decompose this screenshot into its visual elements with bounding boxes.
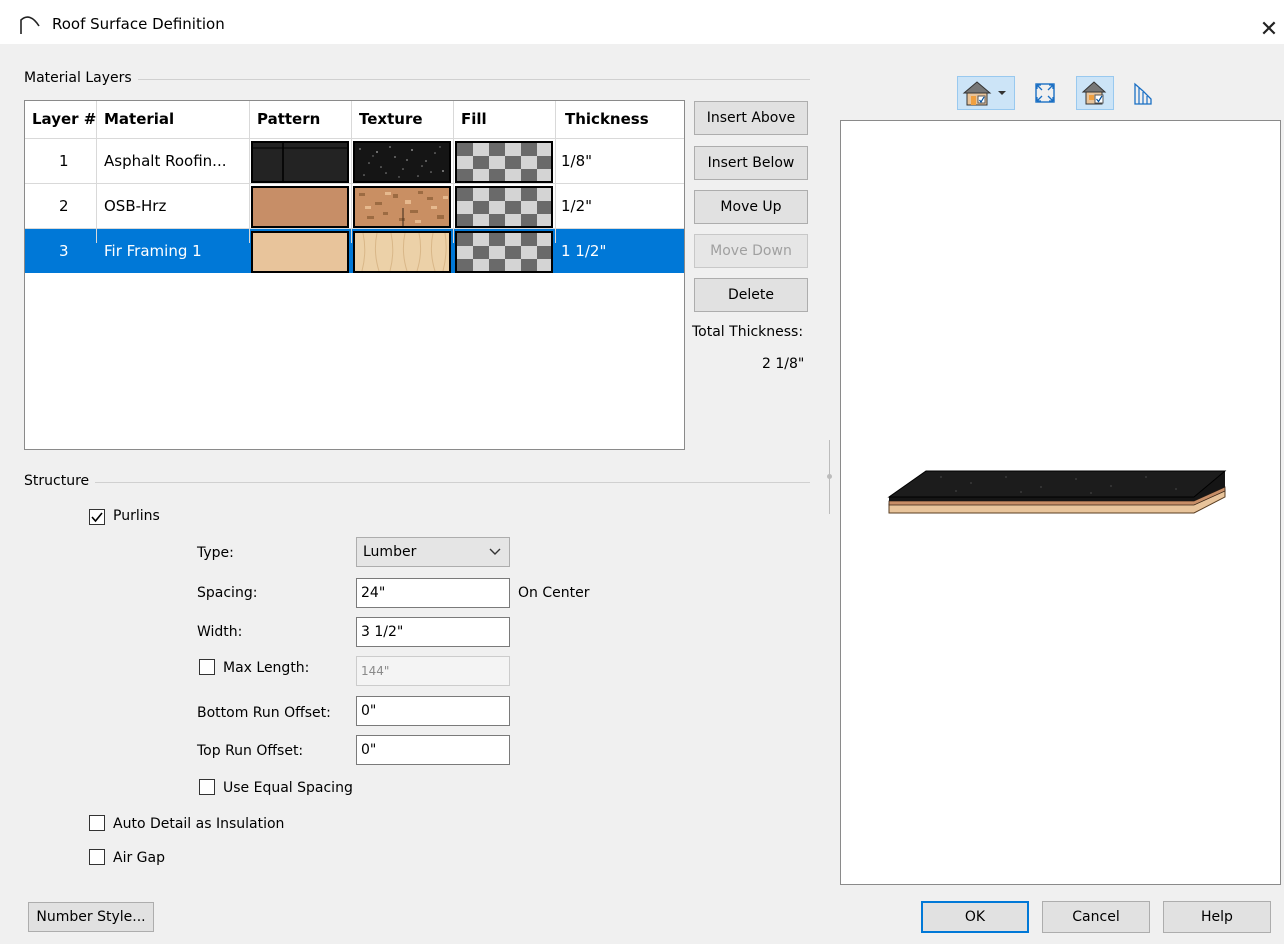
table-row-selected[interactable]: 3 Fir Framing 1 1 1/2" (25, 229, 684, 273)
structure-divider (24, 482, 810, 483)
pattern-swatch[interactable] (251, 141, 349, 183)
roof-layer-preview (887, 470, 1227, 514)
max-length-checkbox[interactable] (199, 659, 215, 675)
air-gap-checkbox[interactable] (89, 849, 105, 865)
total-thickness-value: 2 1/8" (762, 356, 805, 372)
column-header-thickness[interactable]: Thickness (565, 101, 649, 138)
window-title: Roof Surface Definition (52, 15, 225, 33)
material-name: Fir Framing 1 (104, 242, 202, 260)
max-length-input: 144" (356, 656, 510, 686)
thickness-value: 1/2" (561, 197, 593, 215)
column-header-fill[interactable]: Fill (461, 101, 487, 138)
close-icon[interactable]: ✕ (1258, 19, 1280, 42)
column-separator (555, 101, 556, 243)
fill-window-icon[interactable] (1030, 76, 1060, 110)
texture-swatch[interactable] (353, 231, 451, 273)
top-run-offset-label: Top Run Offset: (197, 743, 304, 759)
material-name: OSB-Hrz (104, 197, 167, 215)
texture-swatch[interactable] (353, 141, 451, 183)
width-input[interactable]: 3 1/2" (356, 617, 510, 647)
layer-number: 2 (59, 197, 69, 215)
width-label: Width: (197, 624, 243, 640)
bottom-run-offset-label: Bottom Run Offset: (197, 705, 331, 721)
air-gap-label: Air Gap (113, 850, 165, 866)
thickness-value: 1/8" (561, 152, 593, 170)
ok-button[interactable]: OK (921, 901, 1029, 933)
spacing-input[interactable]: 24" (356, 578, 510, 608)
toggle-color-icon[interactable] (1076, 76, 1114, 110)
pattern-swatch[interactable] (251, 231, 349, 273)
fill-swatch[interactable] (455, 231, 553, 273)
column-separator (96, 101, 97, 243)
type-select-value: Lumber (363, 544, 417, 560)
top-run-offset-input[interactable]: 0" (356, 735, 510, 765)
use-equal-spacing-checkbox[interactable] (199, 779, 215, 795)
thickness-value: 1 1/2" (561, 242, 607, 260)
type-select[interactable]: Lumber (356, 537, 510, 567)
total-thickness-label: Total Thickness: (692, 324, 804, 340)
fill-swatch[interactable] (455, 186, 553, 228)
splitter-grip-icon[interactable] (827, 474, 832, 479)
move-down-button[interactable]: Move Down (694, 234, 808, 268)
use-equal-spacing-label: Use Equal Spacing (223, 780, 353, 796)
table-row[interactable]: 2 OSB-Hrz 1/2" (25, 184, 684, 228)
delete-button[interactable]: Delete (694, 278, 808, 312)
column-header-material[interactable]: Material (104, 101, 174, 138)
on-center-label: On Center (518, 585, 590, 601)
structure-group-label: Structure (24, 473, 96, 489)
texture-swatch[interactable] (353, 186, 451, 228)
material-name: Asphalt Roofin... (104, 152, 227, 170)
type-label: Type: (197, 545, 234, 561)
column-header-pattern[interactable]: Pattern (257, 101, 320, 138)
cancel-button[interactable]: Cancel (1042, 901, 1150, 933)
roof-arc-icon (20, 16, 40, 34)
column-separator (453, 101, 454, 243)
column-header-layer[interactable]: Layer # (32, 101, 96, 138)
move-up-button[interactable]: Move Up (694, 190, 808, 224)
purlins-checkbox[interactable] (89, 509, 105, 525)
3d-preview-pane[interactable] (840, 120, 1281, 885)
checkmark-icon (91, 512, 103, 523)
spacing-label: Spacing: (197, 585, 258, 601)
house-view-dropdown-icon[interactable] (957, 76, 1015, 110)
layer-number: 1 (59, 152, 69, 170)
layers-icon[interactable] (1126, 76, 1162, 110)
insert-below-button[interactable]: Insert Below (694, 146, 808, 180)
max-length-label: Max Length: (223, 660, 310, 676)
material-layers-divider (24, 79, 810, 80)
column-separator (249, 101, 250, 243)
material-layers-group-label: Material Layers (24, 70, 138, 86)
column-separator (351, 101, 352, 243)
header-divider (25, 138, 684, 139)
bottom-run-offset-input[interactable]: 0" (356, 696, 510, 726)
material-layers-table[interactable]: Layer # Material Pattern Texture Fill Th… (24, 100, 685, 450)
chevron-down-icon (489, 548, 501, 555)
help-button[interactable]: Help (1163, 901, 1271, 933)
pattern-swatch[interactable] (251, 186, 349, 228)
fill-swatch[interactable] (455, 141, 553, 183)
number-style-button[interactable]: Number Style... (28, 902, 154, 932)
column-header-texture[interactable]: Texture (359, 101, 423, 138)
insert-above-button[interactable]: Insert Above (694, 101, 808, 135)
table-row[interactable]: 1 Asphalt Roofin... 1/8" (25, 139, 684, 183)
layer-number: 3 (59, 242, 69, 260)
auto-detail-checkbox[interactable] (89, 815, 105, 831)
auto-detail-label: Auto Detail as Insulation (113, 816, 285, 832)
purlins-label: Purlins (113, 508, 160, 524)
